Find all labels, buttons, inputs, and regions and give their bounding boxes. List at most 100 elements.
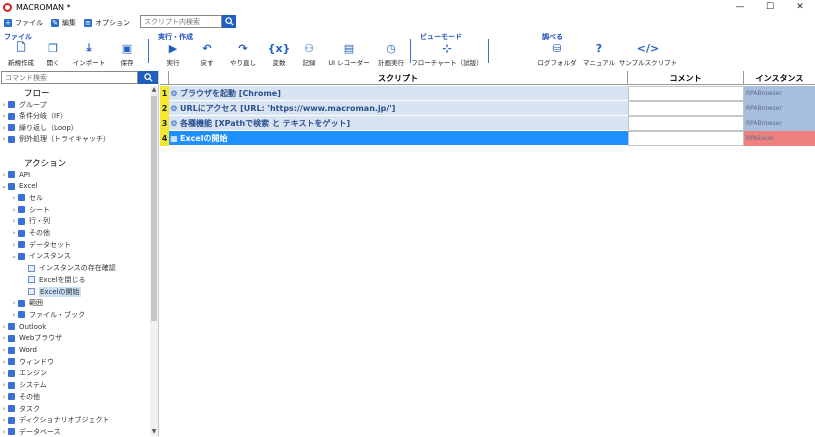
comment-cell[interactable] <box>628 101 744 116</box>
flow-item[interactable]: › 条件分岐（IF） <box>0 111 68 122</box>
comment-column-header[interactable]: コメント <box>628 71 744 85</box>
action-item[interactable]: › データベース <box>0 426 61 436</box>
action-item[interactable]: › 範囲 <box>10 298 43 309</box>
chevron-right-icon[interactable]: › <box>0 416 8 424</box>
instance-cell[interactable]: RPABrowser <box>744 101 815 116</box>
script-row[interactable]: 3 ⚙ 各種機能 [XPathで検索 と テキストをゲット] RPABrowser <box>160 116 815 131</box>
flow-item[interactable]: › グループ <box>0 99 47 110</box>
chevron-right-icon[interactable]: › <box>0 428 8 436</box>
flow-item[interactable]: › 例外処理（トライキャッチ） <box>0 134 110 145</box>
action-item[interactable]: › API <box>0 169 30 180</box>
scroll-up-icon[interactable]: ▲ <box>150 86 158 94</box>
action-item[interactable]: › セル <box>10 192 43 203</box>
action-item[interactable]: ⌄ インスタンス <box>10 251 71 262</box>
folder-icon <box>8 124 15 131</box>
instance-cell[interactable]: RPABrowser <box>744 116 815 131</box>
action-item[interactable]: › ファイル・ブック <box>10 309 85 320</box>
action-item[interactable]: › タスク <box>0 403 40 414</box>
action-item[interactable]: › 行・列 <box>10 216 50 227</box>
instance-cell[interactable]: RPAExcel <box>744 131 815 146</box>
script-row[interactable]: 4 ▦ Excelの開始 RPAExcel <box>160 131 815 146</box>
action-item[interactable]: Excelの開始 <box>20 286 81 297</box>
action-item[interactable]: Excelを閉じる <box>20 274 86 285</box>
schedule-button[interactable]: ◷ 計画実行 <box>370 41 412 69</box>
command-search-button[interactable] <box>138 71 158 84</box>
record-button[interactable]: ⚇ 記録 <box>288 41 330 69</box>
action-item[interactable]: › データセット <box>10 239 71 250</box>
command-search-input[interactable] <box>1 71 138 84</box>
chevron-right-icon[interactable]: › <box>10 217 18 225</box>
toolbar-separator <box>148 39 149 63</box>
action-item[interactable]: › ディクショナリオブジェクト <box>0 415 110 426</box>
script-search-button[interactable] <box>222 15 236 28</box>
script-column-header[interactable]: スクリプト <box>169 71 628 85</box>
action-item[interactable]: › システム <box>0 380 47 391</box>
manual-button[interactable]: ? マニュアル <box>578 41 620 69</box>
command-scrollbar[interactable]: ▲ ▼ <box>150 86 158 436</box>
sample-script-button[interactable]: </> サンプルスクリプト <box>619 41 677 69</box>
chevron-right-icon[interactable]: › <box>0 135 8 143</box>
chevron-right-icon[interactable]: › <box>0 112 8 120</box>
comment-cell[interactable] <box>628 116 744 131</box>
action-item[interactable]: インスタンスの存在確認 <box>20 263 116 274</box>
chevron-right-icon[interactable]: › <box>0 358 8 366</box>
log-folder-button[interactable]: ⛁ ログフォルダ <box>536 41 578 69</box>
action-item[interactable]: › その他 <box>0 391 40 402</box>
instance-cell[interactable]: RPABrowser <box>744 86 815 101</box>
instance-column-header[interactable]: インスタンス <box>744 71 815 85</box>
open-label: 開く <box>46 59 60 67</box>
action-item[interactable]: › ウィンドウ <box>0 356 54 367</box>
script-cell[interactable]: ⚙ 各種機能 [XPathで検索 と テキストをゲット] <box>169 116 628 131</box>
chevron-right-icon[interactable]: › <box>0 323 8 331</box>
chevron-right-icon[interactable]: › <box>10 229 18 237</box>
chevron-right-icon[interactable]: › <box>0 405 8 413</box>
chevron-right-icon[interactable]: › <box>10 206 18 214</box>
chevron-right-icon[interactable]: › <box>0 369 8 377</box>
comment-cell[interactable] <box>628 86 744 101</box>
script-row[interactable]: 1 ⚙ ブラウザを起動 [Chrome] RPABrowser <box>160 86 815 101</box>
action-item[interactable]: › Webブラウザ <box>0 333 63 344</box>
action-item[interactable]: › エンジン <box>0 368 47 379</box>
chevron-down-icon[interactable]: ⌄ <box>0 182 8 190</box>
flow-item[interactable]: › 繰り返し（Loop） <box>0 122 78 133</box>
chevron-down-icon[interactable]: ⌄ <box>10 252 18 260</box>
chevron-right-icon[interactable]: › <box>0 334 8 342</box>
comment-cell[interactable] <box>628 131 744 146</box>
scroll-down-icon[interactable]: ▼ <box>150 428 158 436</box>
chevron-right-icon[interactable]: › <box>10 194 18 202</box>
script-cell[interactable]: ▦ Excelの開始 <box>169 131 628 146</box>
action-item[interactable]: ⌄ Excel <box>0 181 38 192</box>
action-item[interactable]: › シート <box>10 204 50 215</box>
ui-recorder-button[interactable]: ▤ UI レコーダー <box>328 41 370 69</box>
script-row[interactable]: 2 ⚙ URLにアクセス [URL: 'https://www.macroman.j… <box>160 101 815 116</box>
chevron-right-icon[interactable]: › <box>10 241 18 249</box>
script-search-input[interactable] <box>140 15 222 28</box>
script-cell[interactable]: ⚙ ブラウザを起動 [Chrome] <box>169 86 628 101</box>
scroll-thumb[interactable] <box>151 96 157 321</box>
run-icon: ⚙ <box>170 88 178 98</box>
action-item[interactable]: › Word <box>0 345 37 356</box>
chevron-right-icon[interactable]: › <box>0 346 8 354</box>
minimize-button[interactable]: — <box>725 0 755 14</box>
close-button[interactable]: ✕ <box>785 0 815 14</box>
menu-edit[interactable]: ✎ 編集 <box>51 18 76 28</box>
chevron-right-icon[interactable]: › <box>10 299 18 307</box>
action-item[interactable]: › Outlook <box>0 321 47 332</box>
import-button[interactable]: ⤓ インポート <box>68 41 110 69</box>
open-icon: ❐ <box>48 41 58 55</box>
flowchart-button[interactable]: ⊹ フローチャート（試版） <box>411 41 482 69</box>
chevron-right-icon[interactable]: › <box>10 311 18 319</box>
chevron-right-icon[interactable]: › <box>0 171 8 179</box>
menu-options[interactable]: ≡ オプション <box>84 18 130 28</box>
action-item[interactable]: › その他 <box>10 228 50 239</box>
chevron-right-icon[interactable]: › <box>0 101 8 109</box>
menu-file[interactable]: + ファイル <box>4 18 43 28</box>
script-text: 各種機能 [XPathで検索 と テキストをゲット] <box>180 118 351 128</box>
chevron-right-icon[interactable]: › <box>0 393 8 401</box>
maximize-button[interactable]: ☐ <box>755 0 785 14</box>
save-button[interactable]: ▣ 保存 <box>106 41 148 69</box>
chevron-right-icon[interactable]: › <box>0 381 8 389</box>
action-item-label: Excel <box>19 182 38 191</box>
chevron-right-icon[interactable]: › <box>0 124 8 132</box>
script-cell[interactable]: ⚙ URLにアクセス [URL: 'https://www.macroman.jp… <box>169 101 628 116</box>
